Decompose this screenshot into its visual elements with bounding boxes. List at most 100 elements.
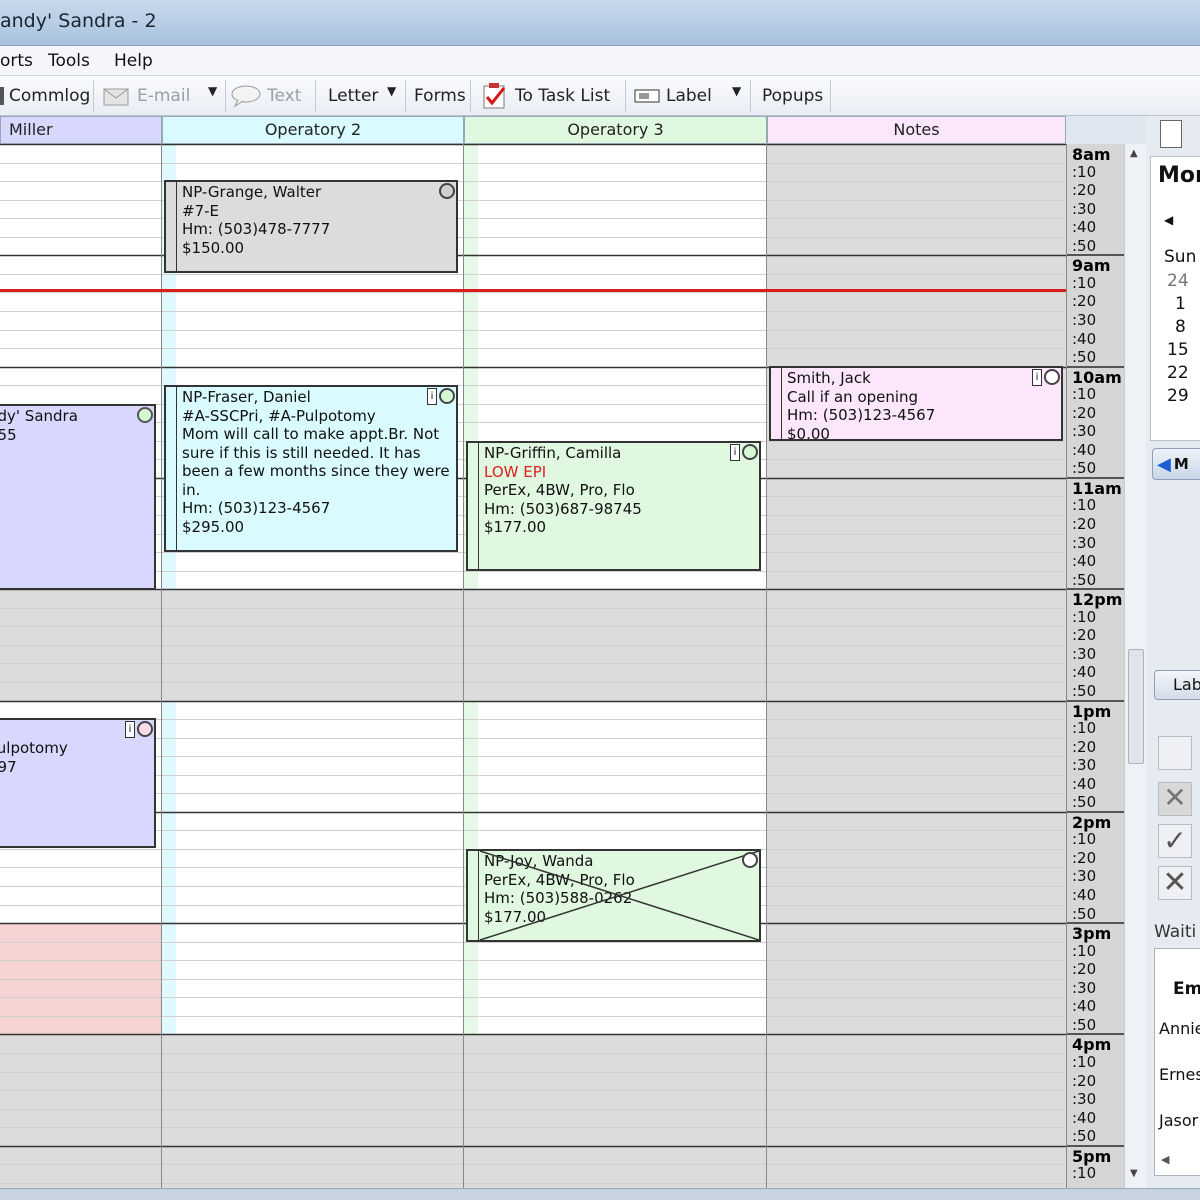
delete-x-icon[interactable]: ✕ bbox=[1158, 866, 1192, 900]
hour-label: 3pm bbox=[1072, 924, 1112, 944]
minute-label: :10 bbox=[1072, 162, 1097, 181]
calendar-day[interactable]: 22 bbox=[1167, 363, 1189, 383]
minute-label: :20 bbox=[1072, 403, 1097, 422]
status-circle-icon bbox=[137, 407, 153, 423]
minute-label: :50 bbox=[1072, 459, 1097, 478]
column-header-operatory-3[interactable]: Operatory 3 bbox=[464, 116, 767, 144]
hour-label: 10am bbox=[1072, 367, 1122, 387]
minute-label: :50 bbox=[1072, 570, 1097, 589]
minute-label: :10 bbox=[1072, 496, 1097, 515]
calendar-day[interactable]: 29 bbox=[1167, 386, 1189, 406]
email-dropdown-icon[interactable]: ▼ bbox=[208, 84, 217, 98]
waiting-patient[interactable]: Annie bbox=[1159, 1019, 1200, 1038]
letter-label: Letter bbox=[328, 86, 379, 106]
waiting-room-list[interactable]: Em Annie Ernes Jasor ◀ bbox=[1154, 948, 1200, 1176]
calendar-day[interactable]: 8 bbox=[1175, 317, 1186, 337]
label-button[interactable]: Label bbox=[633, 82, 712, 110]
prev-month-icon[interactable]: ◀ bbox=[1164, 213, 1173, 227]
hour-label: 9am bbox=[1072, 256, 1111, 276]
lab-button[interactable]: Lab bbox=[1154, 670, 1200, 700]
minute-label: :10 bbox=[1072, 941, 1097, 960]
appt-procedure: Pulpotomy bbox=[0, 739, 68, 757]
clipboard-check-icon bbox=[483, 83, 506, 109]
appt-fee: $177.00 bbox=[484, 518, 547, 536]
text-button[interactable]: Text bbox=[230, 82, 301, 110]
appointment-grange-walter[interactable]: NP-Grange, Walter #7-E Hm: (503)478-7777… bbox=[164, 180, 458, 273]
scroll-up-icon[interactable]: ▲ bbox=[1130, 148, 1138, 159]
minute-label: :20 bbox=[1072, 1071, 1097, 1090]
appointment-griffin-camilla[interactable]: NP-Griffin, Camilla LOW EPI PerEx, 4BW, … bbox=[466, 441, 761, 571]
minute-label: :50 bbox=[1072, 348, 1097, 367]
speech-bubble-icon bbox=[231, 85, 261, 108]
right-panel: Mor ◀ Sun 24 1 8 15 22 29 ◀ M Lab ✕ ✓ ✕ Waiti… bbox=[1146, 116, 1200, 1188]
column-header-operatory-2[interactable]: Operatory 2 bbox=[162, 116, 464, 144]
break-icon[interactable]: ✕ bbox=[1158, 782, 1192, 816]
email-button[interactable]: E-mail bbox=[102, 82, 190, 110]
appt-fee: $150.00 bbox=[182, 238, 245, 257]
waiting-patient[interactable]: Jasor bbox=[1159, 1111, 1198, 1130]
minute-label: :40 bbox=[1072, 218, 1097, 237]
minute-label: :10 bbox=[1072, 385, 1097, 404]
minute-label: :30 bbox=[1072, 644, 1097, 663]
appt-patient-name: Smith, Jack bbox=[787, 369, 871, 387]
appt-patient-name: NP-Grange, Walter bbox=[182, 183, 322, 201]
hour-label: 1pm bbox=[1072, 701, 1112, 721]
save-icon[interactable] bbox=[1158, 736, 1192, 770]
appointment-fraser-daniel[interactable]: NP-Fraser, Daniel #A-SSCPri, #A-Pulpotom… bbox=[164, 385, 458, 552]
nav-button-label: M bbox=[1173, 455, 1189, 473]
text-label: Text bbox=[267, 86, 302, 106]
notes-icon[interactable] bbox=[1160, 120, 1182, 148]
column-header-miller[interactable]: Miller bbox=[0, 116, 162, 144]
schedule-grid[interactable]: ndy' Sandra 555 Pulpotomy 897 i NP-Grang… bbox=[0, 144, 1066, 1188]
minute-label: :40 bbox=[1072, 1108, 1097, 1127]
time-column: 8am:10:20:30:40:50 9am:10:20:30:40:50 10am… bbox=[1066, 144, 1124, 1188]
appt-patient-name: NP-Griffin, Camilla bbox=[484, 444, 622, 462]
arrow-left-icon: ◀ bbox=[1157, 453, 1171, 475]
to-task-list-button[interactable]: To Task List bbox=[480, 82, 610, 110]
waiting-list-header[interactable]: Em bbox=[1173, 979, 1200, 999]
title-bar: andy' Sandra - 2 bbox=[0, 0, 1200, 46]
window-title: andy' Sandra - 2 bbox=[0, 10, 157, 32]
scroll-thumb[interactable] bbox=[1128, 649, 1144, 764]
calendar-day[interactable]: 1 bbox=[1175, 294, 1186, 314]
nav-button[interactable]: ◀ M bbox=[1152, 448, 1200, 480]
appt-procedure: #A-SSCPri, #A-Pulpotomy bbox=[182, 406, 376, 425]
menu-reports[interactable]: orts bbox=[0, 51, 33, 71]
appointment-sandra[interactable]: ndy' Sandra 555 bbox=[0, 404, 156, 590]
waiting-patient[interactable]: Ernes bbox=[1159, 1065, 1200, 1084]
appointment-joy-wanda-broken[interactable]: NP-Joy, Wanda PerEx, 4BW, Pro, Flo Hm: (… bbox=[466, 849, 761, 942]
appt-phone: Hm: (503)478-7777 bbox=[182, 220, 331, 238]
appointment-smith-jack[interactable]: Smith, Jack Call if an opening Hm: (503)… bbox=[769, 366, 1063, 441]
minute-label: :30 bbox=[1072, 422, 1097, 441]
appt-fee: $295.00 bbox=[182, 517, 245, 536]
menu-tools[interactable]: Tools bbox=[48, 51, 90, 71]
calendar-panel: Mor ◀ Sun 24 1 8 15 22 29 bbox=[1150, 156, 1200, 441]
appt-patient-name: ndy' Sandra bbox=[0, 407, 78, 425]
complete-check-icon[interactable]: ✓ bbox=[1158, 824, 1192, 858]
commlog-button[interactable]: Commlog bbox=[0, 82, 90, 110]
status-bar bbox=[0, 1188, 1200, 1200]
appt-phone: Hm: (503)687-98745 bbox=[484, 499, 642, 518]
column-header-notes[interactable]: Notes bbox=[767, 116, 1066, 144]
menu-help[interactable]: Help bbox=[114, 51, 153, 71]
forms-button[interactable]: Forms bbox=[414, 82, 466, 110]
status-circle-icon bbox=[439, 388, 455, 404]
letter-button[interactable]: Letter bbox=[328, 82, 378, 110]
appointment-pulpotomy[interactable]: Pulpotomy 897 i bbox=[0, 718, 156, 848]
scroll-left-icon[interactable]: ◀ bbox=[1161, 1153, 1169, 1166]
schedule-scrollbar[interactable]: ▲ ▼ bbox=[1124, 144, 1146, 1188]
minute-label: :40 bbox=[1072, 663, 1097, 682]
popups-button[interactable]: Popups bbox=[762, 82, 823, 110]
hour-label: 11am bbox=[1072, 478, 1122, 498]
appt-phone: Hm: (503)123-4567 bbox=[182, 499, 331, 517]
scroll-down-icon[interactable]: ▼ bbox=[1130, 1168, 1138, 1179]
label-icon bbox=[634, 89, 660, 103]
calendar-day[interactable]: 24 bbox=[1167, 271, 1189, 291]
calendar-day[interactable]: 15 bbox=[1167, 340, 1189, 360]
forms-label: Forms bbox=[414, 86, 466, 106]
label-dropdown-icon[interactable]: ▼ bbox=[732, 84, 741, 98]
letter-dropdown-icon[interactable]: ▼ bbox=[387, 84, 396, 98]
envelope-icon bbox=[103, 88, 129, 106]
info-icon: i bbox=[125, 721, 135, 738]
status-circle-icon bbox=[439, 183, 455, 199]
